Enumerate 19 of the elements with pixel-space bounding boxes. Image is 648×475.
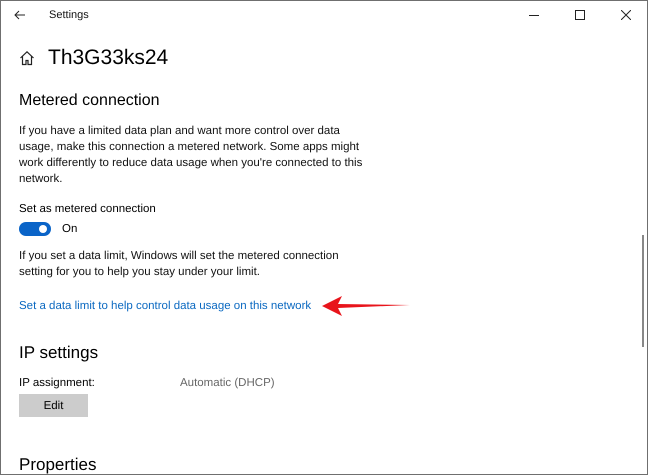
edit-button[interactable]: Edit <box>19 394 88 417</box>
window-title: Settings <box>49 9 89 21</box>
home-icon[interactable] <box>19 50 35 66</box>
toggle-state: On <box>62 223 78 235</box>
field-value: Automatic (DHCP) <box>180 377 275 389</box>
field-label: IP assignment: <box>19 377 96 389</box>
section-heading: Properties <box>19 455 98 474</box>
toggle-label: Set as metered connection <box>19 203 157 215</box>
note-text: If you set a data limit, Windows will set the metered connection setting for you to help you stay under your limit. <box>19 249 340 280</box>
data-limit-link[interactable]: Set a data limit to help control data usage on this network <box>19 300 312 312</box>
page-title: Th3G33ks24 <box>48 46 168 70</box>
toggle-switch[interactable] <box>19 222 51 236</box>
close-icon[interactable] <box>621 10 631 20</box>
section-heading: Metered connection <box>19 92 161 110</box>
description-text: If you have a limited data plan and want more control over data usage, make this connection a metered network. Some apps might work differently to reduce data usage when you're connected to this network. <box>19 124 364 187</box>
maximize-icon[interactable] <box>575 10 585 20</box>
section-heading: IP settings <box>19 343 100 363</box>
back-icon[interactable] <box>14 10 26 20</box>
scrollbar[interactable] <box>642 235 644 347</box>
